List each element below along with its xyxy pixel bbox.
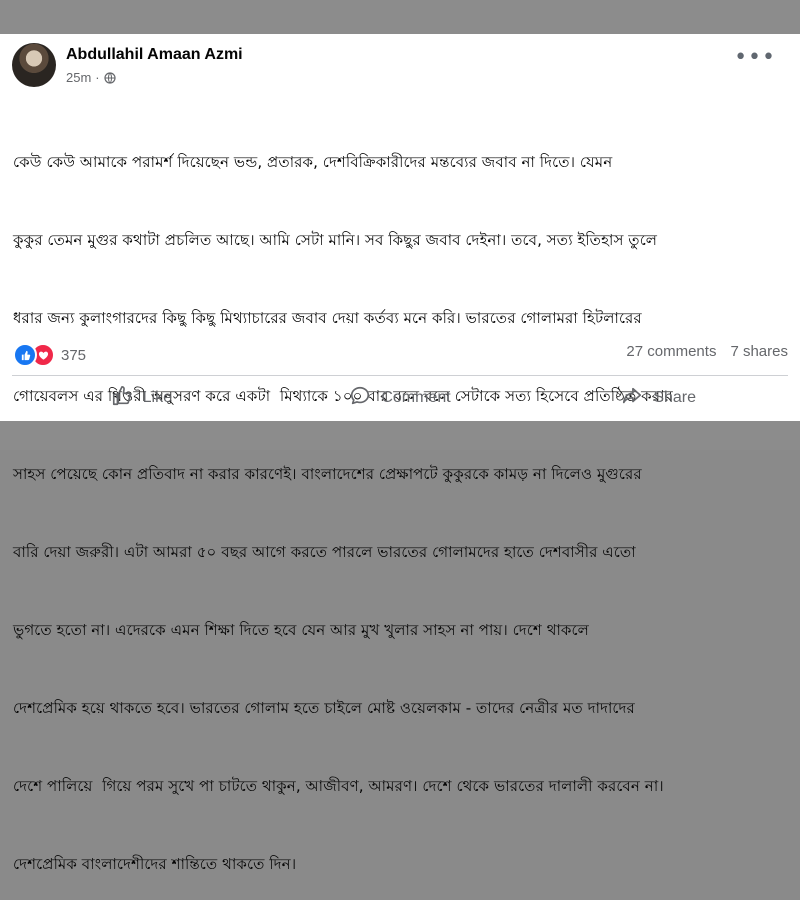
comment-button[interactable]: Comment bbox=[271, 380, 530, 416]
actions-divider bbox=[12, 375, 788, 376]
post-meta: 25m · bbox=[66, 70, 116, 85]
more-options-icon[interactable]: ••• bbox=[734, 47, 776, 69]
like-reaction-icon bbox=[13, 343, 37, 367]
reactions-summary[interactable]: 375 bbox=[13, 343, 86, 367]
post-line: দেশপ্রেমিক বাংলাদেশীদের শান্তিতে থাকতে দ… bbox=[13, 855, 297, 873]
post-line: বারি দেয়া জরুরী। এটা আমরা ৫০ বছর আগে কর… bbox=[13, 543, 636, 561]
post-line: সাহস পেয়েছে কোন প্রতিবাদ না করার কারণেই… bbox=[13, 465, 642, 483]
post-line: দেশপ্রেমিক হয়ে থাকতে হবে। ভারতের গোলাম … bbox=[13, 699, 635, 717]
share-button[interactable]: Share bbox=[529, 380, 788, 416]
like-button[interactable]: Like bbox=[12, 380, 271, 416]
reaction-count: 375 bbox=[61, 346, 87, 364]
post-actions: Like Comment Share bbox=[12, 380, 788, 416]
like-label: Like bbox=[142, 389, 173, 406]
comments-count[interactable]: 27 comments bbox=[626, 343, 716, 360]
post-line: দেশে পালিয়ে গিয়ে পরম সুখে পা চাটতে থাক… bbox=[13, 777, 664, 795]
author-avatar[interactable] bbox=[12, 43, 56, 87]
comment-label: Comment bbox=[381, 389, 451, 406]
share-icon bbox=[621, 385, 643, 412]
post-body: কেউ কেউ আমাকে পরামর্শ দিয়েছেন ভন্ড, প্র… bbox=[13, 97, 788, 900]
post-line: কুকুর তেমন মুগুর কথাটা প্রচলিত আছে। আমি … bbox=[13, 231, 658, 249]
author-name[interactable]: Abdullahil Amaan Azmi bbox=[66, 46, 243, 64]
post-time[interactable]: 25m bbox=[66, 70, 91, 85]
like-icon bbox=[111, 385, 133, 412]
post-line: কেউ কেউ আমাকে পরামর্শ দিয়েছেন ভন্ড, প্র… bbox=[13, 153, 613, 171]
bottom-frame-bar bbox=[0, 421, 800, 450]
post-line: ভুগতে হতো না। এদেরকে এমন শিক্ষা দিতে হবে… bbox=[13, 621, 589, 639]
comment-icon bbox=[349, 385, 371, 412]
post-stats: 27 comments 7 shares bbox=[626, 343, 788, 360]
top-frame-bar bbox=[0, 0, 800, 34]
post-line: ধরার জন্য কুলাংগারদের কিছু কিছু মিথ্যাচা… bbox=[13, 309, 642, 327]
meta-separator: · bbox=[95, 70, 100, 85]
globe-icon bbox=[104, 71, 116, 84]
facebook-post-card: Abdullahil Amaan Azmi 25m · ••• কেউ কেউ … bbox=[0, 34, 800, 873]
share-label: Share bbox=[653, 389, 697, 406]
shares-count[interactable]: 7 shares bbox=[730, 343, 788, 360]
